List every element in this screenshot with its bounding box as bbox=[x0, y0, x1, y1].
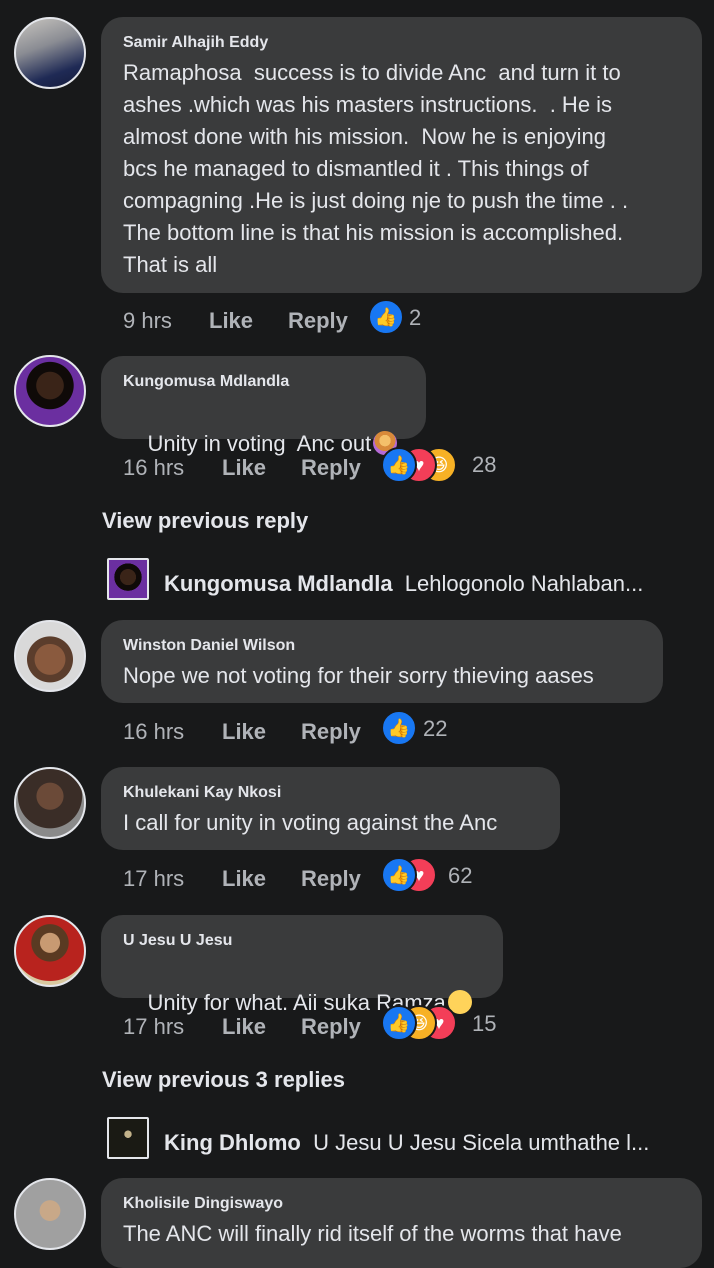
avatar[interactable] bbox=[14, 915, 86, 987]
reactions-count[interactable]: 15 bbox=[472, 1011, 496, 1037]
comment-bubble: Khulekani Kay Nkosi I call for unity in … bbox=[101, 767, 560, 850]
avatar[interactable] bbox=[107, 1117, 149, 1159]
comment-text: The ANC will finally rid itself of the w… bbox=[123, 1221, 622, 1246]
reactions[interactable]: 👍 bbox=[368, 299, 438, 335]
thumbs-up-icon: 👍 bbox=[381, 1005, 417, 1041]
reactions-count[interactable]: 2 bbox=[409, 305, 421, 331]
reply-preview[interactable]: Kungomusa Mdlandla Lehlogonolo Nahlaban.… bbox=[164, 571, 643, 597]
comment-bubble: Winston Daniel Wilson Nope we not voting… bbox=[101, 620, 663, 703]
thumbs-up-icon: 👍 bbox=[368, 299, 404, 335]
reply-button[interactable]: Reply bbox=[288, 308, 348, 334]
reply-preview[interactable]: King Dhlomo U Jesu U Jesu Sicela umthath… bbox=[164, 1130, 649, 1156]
avatar[interactable] bbox=[14, 767, 86, 839]
comment-text: Ramaphosa success is to divide Anc and t… bbox=[123, 60, 629, 277]
comment-author[interactable]: U Jesu U Jesu bbox=[123, 932, 232, 950]
like-button[interactable]: Like bbox=[222, 455, 266, 481]
reply-preview-author[interactable]: Kungomusa Mdlandla bbox=[164, 571, 393, 596]
like-button[interactable]: Like bbox=[222, 866, 266, 892]
comment-bubble: Kholisile Dingiswayo The ANC will finall… bbox=[101, 1178, 702, 1268]
reactions[interactable]: 😆 ♥ 👍 bbox=[381, 447, 471, 483]
reply-button[interactable]: Reply bbox=[301, 866, 361, 892]
reply-preview-text: U Jesu U Jesu Sicela umthathe l... bbox=[313, 1130, 650, 1155]
reactions-count[interactable]: 22 bbox=[423, 716, 447, 742]
comment-author[interactable]: Kungomusa Mdlandla bbox=[123, 373, 289, 391]
reply-button[interactable]: Reply bbox=[301, 455, 361, 481]
reply-preview-text: Lehlogonolo Nahlaban... bbox=[404, 571, 644, 596]
view-previous-replies[interactable]: View previous reply bbox=[102, 508, 308, 534]
comment-text: Unity in voting Anc out bbox=[147, 431, 372, 456]
comment-bubble: U Jesu U Jesu Unity for what. Aii suka R… bbox=[101, 915, 503, 1015]
avatar[interactable] bbox=[107, 558, 149, 600]
avatar[interactable] bbox=[14, 355, 86, 427]
comment-text: I call for unity in voting against the A… bbox=[123, 810, 498, 835]
comment-text: Nope we not voting for their sorry thiev… bbox=[123, 663, 594, 688]
comment-time[interactable]: 16 hrs bbox=[123, 719, 184, 745]
comment-bubble: Samir Alhajih Eddy Ramaphosa success is … bbox=[101, 17, 702, 293]
like-button[interactable]: Like bbox=[209, 308, 253, 334]
comment-author[interactable]: Winston Daniel Wilson bbox=[123, 637, 295, 655]
comment-author[interactable]: Khulekani Kay Nkosi bbox=[123, 784, 281, 802]
comment-bubble: Kungomusa Mdlandla Unity in voting Anc o… bbox=[101, 356, 426, 456]
avatar[interactable] bbox=[14, 17, 86, 89]
like-button[interactable]: Like bbox=[222, 719, 266, 745]
reactions-count[interactable]: 28 bbox=[472, 452, 496, 478]
comment-time[interactable]: 9 hrs bbox=[123, 308, 172, 334]
thumbs-up-icon: 👍 bbox=[381, 857, 417, 893]
comment-time[interactable]: 17 hrs bbox=[123, 1014, 184, 1040]
reply-preview-author[interactable]: King Dhlomo bbox=[164, 1130, 301, 1155]
reply-button[interactable]: Reply bbox=[301, 719, 361, 745]
thumbs-up-icon: 👍 bbox=[381, 447, 417, 483]
comment-time[interactable]: 16 hrs bbox=[123, 455, 184, 481]
reactions-count[interactable]: 62 bbox=[448, 863, 472, 889]
reply-button[interactable]: Reply bbox=[301, 1014, 361, 1040]
avatar[interactable] bbox=[14, 1178, 86, 1250]
like-button[interactable]: Like bbox=[222, 1014, 266, 1040]
comment-author[interactable]: Kholisile Dingiswayo bbox=[123, 1195, 283, 1213]
comment-author[interactable]: Samir Alhajih Eddy bbox=[123, 34, 268, 52]
reactions[interactable]: ♥ 😆 👍 bbox=[381, 1005, 471, 1041]
thumbs-up-icon: 👍 bbox=[381, 710, 417, 746]
view-previous-replies[interactable]: View previous 3 replies bbox=[102, 1067, 345, 1093]
avatar[interactable] bbox=[14, 620, 86, 692]
comment-time[interactable]: 17 hrs bbox=[123, 866, 184, 892]
